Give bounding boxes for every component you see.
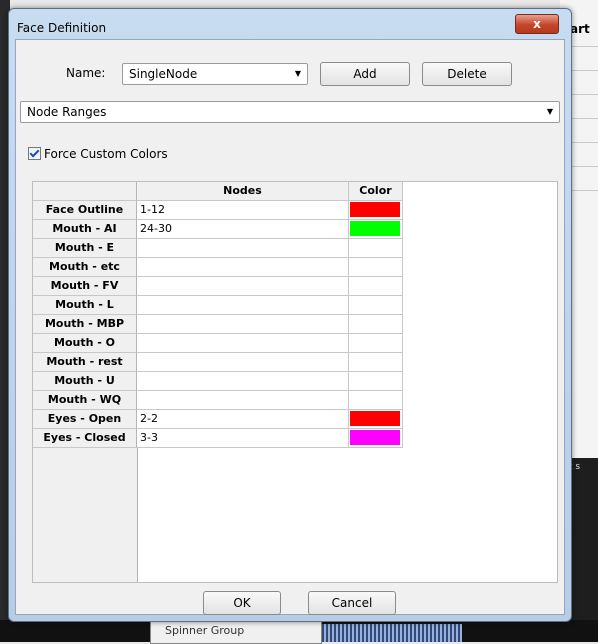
color-cell[interactable] (349, 201, 403, 220)
table-row[interactable]: Mouth - E (33, 239, 403, 258)
background-striped-bar (322, 624, 462, 642)
checkbox-checked-icon[interactable] (28, 147, 41, 160)
color-cell[interactable] (349, 258, 403, 277)
row-header-label[interactable]: Mouth - WQ (33, 391, 137, 410)
nodes-cell[interactable]: 2-2 (137, 410, 349, 429)
row-header-label[interactable]: Mouth - rest (33, 353, 137, 372)
row-header-label[interactable]: Mouth - FV (33, 277, 137, 296)
force-custom-colors-label: Force Custom Colors (44, 147, 168, 161)
color-cell[interactable] (349, 353, 403, 372)
row-header-label[interactable]: Mouth - MBP (33, 315, 137, 334)
color-cell[interactable] (349, 296, 403, 315)
color-cell[interactable] (349, 372, 403, 391)
color-cell[interactable] (349, 334, 403, 353)
nodes-cell[interactable]: 3-3 (137, 429, 349, 448)
nodes-cell[interactable] (137, 239, 349, 258)
nodes-cell[interactable] (137, 353, 349, 372)
nodes-cell[interactable]: 1-12 (137, 201, 349, 220)
table-row[interactable]: Mouth - U (33, 372, 403, 391)
nodes-cell[interactable] (137, 296, 349, 315)
name-label: Name: (66, 66, 106, 80)
face-definition-dialog: Face Definition x Name: SingleNode ▼ Add… (8, 8, 572, 622)
row-header-label[interactable]: Mouth - AI (33, 220, 137, 239)
nodes-cell[interactable] (137, 334, 349, 353)
name-select-value: SingleNode (129, 67, 198, 81)
table-row[interactable]: Mouth - MBP (33, 315, 403, 334)
node-ranges-grid[interactable]: Nodes Color Face Outline 1-12 Mouth - AI 24… (32, 181, 558, 583)
row-header-label[interactable]: Eyes - Open (33, 410, 137, 429)
table-row[interactable]: Eyes - Closed 3-3 (33, 429, 403, 448)
nodes-cell[interactable] (137, 258, 349, 277)
grid-corner-cell (33, 182, 137, 201)
color-cell[interactable] (349, 239, 403, 258)
nodes-cell[interactable] (137, 277, 349, 296)
color-swatch (350, 430, 400, 445)
dialog-title: Face Definition (17, 21, 107, 35)
force-custom-colors-checkbox[interactable]: Force Custom Colors (28, 147, 168, 161)
table-row[interactable]: Mouth - rest (33, 353, 403, 372)
chevron-down-icon: ▼ (294, 69, 301, 78)
table-row[interactable]: Mouth - FV (33, 277, 403, 296)
nodes-cell[interactable] (137, 391, 349, 410)
table-row[interactable]: Mouth - WQ (33, 391, 403, 410)
color-cell[interactable] (349, 429, 403, 448)
add-button[interactable]: Add (320, 62, 410, 86)
chevron-down-icon: ▼ (546, 107, 553, 116)
row-header-label[interactable]: Face Outline (33, 201, 137, 220)
color-cell[interactable] (349, 410, 403, 429)
table-row[interactable]: Mouth - etc (33, 258, 403, 277)
color-swatch (350, 411, 400, 426)
row-header-label[interactable]: Eyes - Closed (33, 429, 137, 448)
delete-button[interactable]: Delete (422, 62, 512, 86)
row-header-label[interactable]: Mouth - L (33, 296, 137, 315)
name-select[interactable]: SingleNode ▼ (122, 63, 308, 85)
color-swatch (350, 202, 400, 217)
table-row[interactable]: Mouth - AI 24-30 (33, 220, 403, 239)
color-cell[interactable] (349, 220, 403, 239)
nodes-cell[interactable] (137, 372, 349, 391)
nodes-cell[interactable]: 24-30 (137, 220, 349, 239)
mode-select-value: Node Ranges (27, 105, 107, 119)
dialog-client-area: Name: SingleNode ▼ Add Delete Node Range… (15, 39, 565, 615)
color-cell[interactable] (349, 391, 403, 410)
row-header-label[interactable]: Mouth - E (33, 239, 137, 258)
table-row[interactable]: Face Outline 1-12 (33, 201, 403, 220)
row-header-label[interactable]: Mouth - O (33, 334, 137, 353)
cancel-button[interactable]: Cancel (308, 591, 396, 615)
nodes-cell[interactable] (137, 315, 349, 334)
mode-select[interactable]: Node Ranges ▼ (20, 101, 560, 123)
ok-button[interactable]: OK (203, 591, 281, 615)
color-cell[interactable] (349, 277, 403, 296)
row-header-label[interactable]: Mouth - etc (33, 258, 137, 277)
table-row[interactable]: Mouth - O (33, 334, 403, 353)
background-header-fragment: art (570, 22, 590, 36)
table-row[interactable]: Eyes - Open 2-2 (33, 410, 403, 429)
close-button[interactable]: x (515, 14, 559, 34)
color-cell[interactable] (349, 315, 403, 334)
title-bar[interactable]: Face Definition x (9, 9, 571, 37)
nodes-column-header[interactable]: Nodes (137, 182, 349, 201)
color-swatch (350, 221, 400, 236)
grid-header-row: Nodes Color (33, 182, 403, 201)
table-row[interactable]: Mouth - L (33, 296, 403, 315)
color-column-header[interactable]: Color (349, 182, 403, 201)
row-header-label[interactable]: Mouth - U (33, 372, 137, 391)
